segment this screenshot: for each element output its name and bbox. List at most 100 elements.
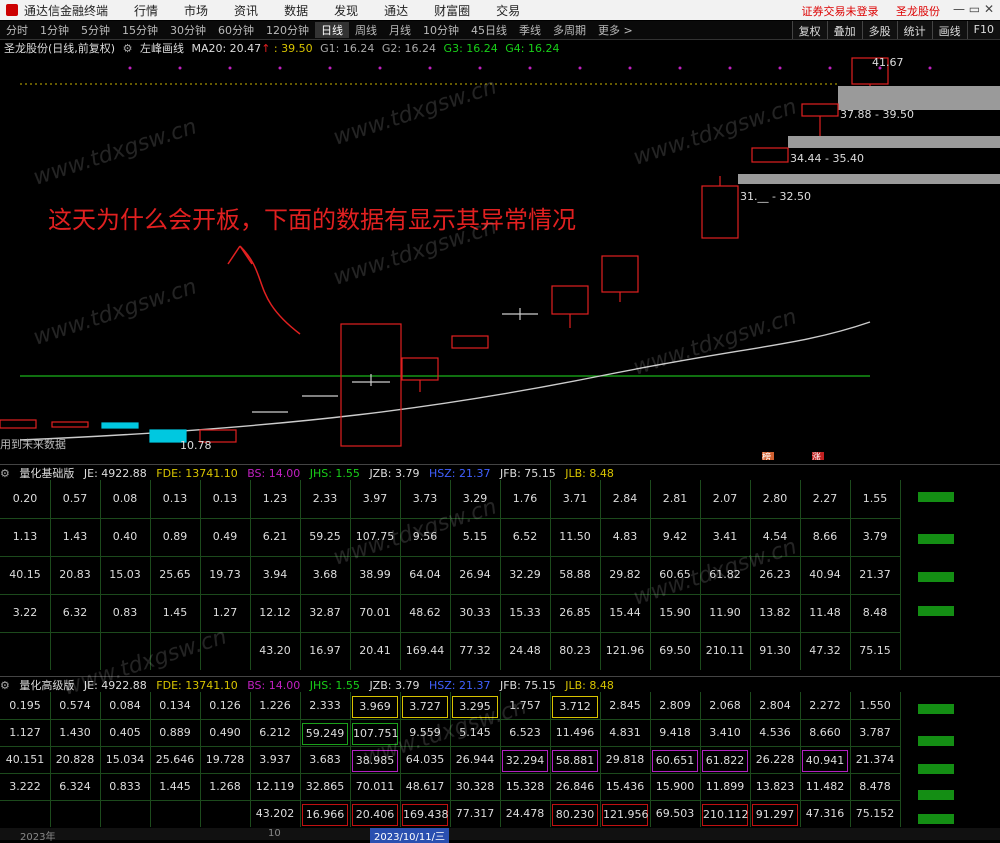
resistance-zone-2 xyxy=(788,136,1000,148)
table-cell: 0.574 xyxy=(59,698,91,712)
grid-line xyxy=(0,746,900,747)
close-icon[interactable]: ✕ xyxy=(984,2,994,16)
gear-icon[interactable]: ⚙ xyxy=(123,42,133,55)
tf-more[interactable]: 更多 > xyxy=(592,22,639,38)
table-cell: 19.728 xyxy=(205,752,245,766)
table-cell: 3.937 xyxy=(259,752,291,766)
table-cell: 11.496 xyxy=(555,725,595,739)
maximize-icon[interactable]: ▭ xyxy=(969,2,980,16)
table-cell: 15.034 xyxy=(105,752,145,766)
tf-60min[interactable]: 60分钟 xyxy=(212,22,260,38)
adjust-button[interactable]: 复权 xyxy=(791,21,827,39)
table-cell: 0.40 xyxy=(112,530,138,543)
login-status-link[interactable]: 证券交易未登录 xyxy=(802,5,879,18)
grid-line xyxy=(500,480,501,670)
menu-item-market-quotes[interactable]: 行情 xyxy=(134,2,158,19)
table-cell: 29.818 xyxy=(605,752,645,766)
mark1-label: 榜 xyxy=(762,451,771,460)
grid-line xyxy=(850,692,851,827)
table-cell: 24.478 xyxy=(505,806,545,820)
table-cell: 107.75 xyxy=(355,530,395,543)
tf-30min[interactable]: 30分钟 xyxy=(164,22,212,38)
candle xyxy=(0,419,37,429)
indicator-name[interactable]: 左峰画线 xyxy=(140,42,184,55)
menu-item-data[interactable]: 数据 xyxy=(284,2,308,19)
menu-item-trade[interactable]: 交易 xyxy=(496,2,520,19)
tf-1min[interactable]: 1分钟 xyxy=(34,22,75,38)
table-cell: 210.11 xyxy=(705,644,745,657)
table-cell: 2.804 xyxy=(759,698,791,712)
panel2-title[interactable]: 量化高级版 xyxy=(19,679,74,692)
grid-line xyxy=(50,480,51,670)
table-cell: 43.20 xyxy=(259,644,291,657)
table-cell: 20.41 xyxy=(359,644,391,657)
panel1-title[interactable]: 量化基础版 xyxy=(19,467,74,480)
table-cell: 0.195 xyxy=(9,698,41,712)
grid-line xyxy=(900,692,901,827)
tf-10min[interactable]: 10分钟 xyxy=(417,22,465,38)
overlay-button[interactable]: 叠加 xyxy=(826,21,862,39)
table-cell: 32.87 xyxy=(309,606,341,619)
menu-item-discover[interactable]: 发现 xyxy=(334,2,358,19)
table-cell: 0.57 xyxy=(62,492,88,505)
tf-multi-period[interactable]: 多周期 xyxy=(547,22,592,38)
grid-line xyxy=(700,480,701,670)
fde-value: FDE: 13741.10 xyxy=(156,679,238,692)
tf-daily[interactable]: 日线 xyxy=(315,22,349,38)
grid-line xyxy=(650,692,651,827)
panel-gear-icon[interactable]: ⚙ xyxy=(0,679,10,692)
tf-monthly[interactable]: 月线 xyxy=(383,22,417,38)
draw-line-button[interactable]: 画线 xyxy=(931,21,967,39)
grid-line xyxy=(600,480,601,670)
je-value: JE: 4922.88 xyxy=(83,679,147,692)
tf-intraday[interactable]: 分时 xyxy=(0,22,34,38)
tf-15min[interactable]: 15分钟 xyxy=(116,22,164,38)
tf-120min[interactable]: 120分钟 xyxy=(260,22,315,38)
table-row: 40.151 20.828 15.034 25.646 19.728 3.937 3.683… xyxy=(0,749,894,772)
menu-item-tongda[interactable]: 通达 xyxy=(384,2,408,19)
table-cell: 59.249 xyxy=(302,722,348,745)
table-cell: 19.73 xyxy=(209,568,241,581)
table-cell: 8.48 xyxy=(862,606,888,619)
table-row: 40.15 20.83 15.03 25.65 19.73 3.94 3.68 38.99 64… xyxy=(0,565,891,585)
grid-line xyxy=(100,480,101,670)
stats-button[interactable]: 统计 xyxy=(896,21,932,39)
table-cell: 26.23 xyxy=(759,568,791,581)
table-cell: 43.202 xyxy=(255,806,295,820)
table-cell: 15.90 xyxy=(659,606,691,619)
table-cell: 59.25 xyxy=(309,530,341,543)
grid-line xyxy=(250,692,251,827)
table-cell: 9.42 xyxy=(662,530,688,543)
tf-quarterly[interactable]: 季线 xyxy=(513,22,547,38)
minimize-icon[interactable]: — xyxy=(953,2,965,16)
tf-weekly[interactable]: 周线 xyxy=(349,22,383,38)
tf-5min[interactable]: 5分钟 xyxy=(75,22,116,38)
table-cell: 15.436 xyxy=(605,779,645,793)
table-cell: 6.32 xyxy=(62,606,88,619)
menu-item-wealth-circle[interactable]: 财富圈 xyxy=(434,2,470,19)
table-cell: 80.230 xyxy=(552,803,598,826)
table-cell: 169.438 xyxy=(402,803,449,826)
tf-45day[interactable]: 45日线 xyxy=(465,22,513,38)
fde-value: FDE: 13741.10 xyxy=(156,467,238,480)
current-stock-link[interactable]: 圣龙股份 xyxy=(896,5,940,18)
side-label xyxy=(918,736,954,746)
side-label xyxy=(918,534,954,544)
table-cell: 20.83 xyxy=(59,568,91,581)
table-cell: 11.482 xyxy=(805,779,845,793)
table-cell: 0.13 xyxy=(212,492,238,505)
candlestick-chart[interactable]: 41.67 37.88 - 39.50 34.44 - 35.40 31.__ … xyxy=(0,56,1000,460)
table-cell: 48.617 xyxy=(405,779,445,793)
grid-line xyxy=(150,692,151,827)
table-cell: 1.27 xyxy=(212,606,238,619)
f10-button[interactable]: F10 xyxy=(966,21,1000,39)
app-name[interactable]: 通达信金融终端 xyxy=(24,2,108,19)
table-cell: 0.490 xyxy=(209,725,241,739)
table-cell: 13.82 xyxy=(759,606,791,619)
menu-item-news[interactable]: 资讯 xyxy=(234,2,258,19)
panel-gear-icon[interactable]: ⚙ xyxy=(0,467,10,480)
multi-stock-button[interactable]: 多股 xyxy=(861,21,897,39)
menu-item-market[interactable]: 市场 xyxy=(184,2,208,19)
window-controls: — ▭ ✕ xyxy=(953,2,994,16)
grid-line xyxy=(650,480,651,670)
